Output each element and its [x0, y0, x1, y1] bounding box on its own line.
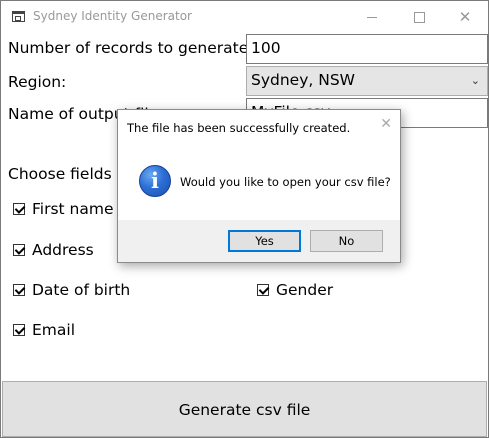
checkbox-checked-icon	[257, 284, 269, 296]
checkbox-label: Email	[32, 321, 76, 339]
checkbox-checked-icon	[13, 244, 25, 256]
dialog-message: Would you like to open your csv file?	[180, 175, 391, 189]
minimize-icon	[367, 17, 377, 18]
app-window-icon	[12, 11, 25, 22]
checkbox-label: Address	[32, 241, 94, 259]
checkbox-checked-icon	[13, 324, 25, 336]
dialog-close-icon[interactable]: ✕	[380, 116, 392, 132]
generate-csv-button[interactable]: Generate csv file	[2, 381, 487, 437]
checkbox-first-name[interactable]: First name	[13, 200, 114, 218]
region-value: Sydney, NSW	[251, 71, 355, 89]
checkbox-address[interactable]: Address	[13, 241, 94, 259]
checkbox-date-of-birth[interactable]: Date of birth	[13, 281, 130, 299]
dialog-footer: Yes No	[118, 220, 400, 262]
checkbox-email[interactable]: Email	[13, 321, 75, 339]
message-dialog: The file has been successfully created. …	[117, 109, 401, 263]
checkbox-gender[interactable]: Gender	[257, 281, 333, 299]
dialog-title: The file has been successfully created.	[127, 121, 351, 135]
no-button[interactable]: No	[310, 230, 383, 252]
yes-button[interactable]: Yes	[228, 230, 301, 252]
close-icon: ✕	[458, 8, 472, 26]
chevron-down-icon: ⌄	[470, 74, 480, 87]
maximize-icon	[413, 12, 425, 23]
info-icon: i	[139, 165, 171, 197]
region-select[interactable]: Sydney, NSW ⌄	[246, 66, 488, 96]
maximize-button[interactable]	[396, 1, 442, 33]
region-label: Region:	[8, 73, 67, 91]
checkbox-checked-icon	[13, 284, 25, 296]
checkbox-checked-icon	[13, 203, 25, 215]
records-input[interactable]: 100	[246, 34, 488, 64]
minimize-button[interactable]	[349, 1, 395, 33]
close-button[interactable]: ✕	[442, 1, 488, 33]
records-label: Number of records to generate:	[8, 39, 254, 57]
checkbox-label: Gender	[276, 281, 334, 299]
title-bar: Sydney Identity Generator ✕	[1, 1, 488, 33]
window-title: Sydney Identity Generator	[33, 9, 192, 23]
checkbox-label: Date of birth	[32, 281, 131, 299]
checkbox-label: First name	[32, 200, 114, 218]
